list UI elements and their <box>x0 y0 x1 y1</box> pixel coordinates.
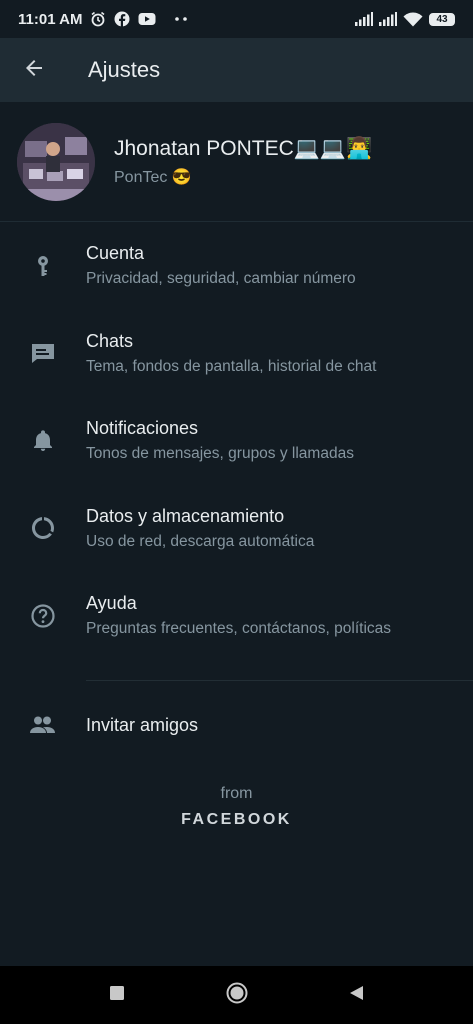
divider <box>86 680 473 681</box>
footer-from: from <box>220 785 253 802</box>
profile-name: Jhonatan PONTEC💻💻👨‍💻 <box>114 136 373 160</box>
back-icon <box>349 985 365 1006</box>
chat-icon <box>0 333 86 373</box>
app-bar: Ajustes <box>0 38 473 102</box>
menu-item-datos[interactable]: Datos y almacenamiento Uso de red, desca… <box>0 485 473 573</box>
system-nav-bar <box>0 966 473 1024</box>
menu-subtitle: Tonos de mensajes, grupos y llamadas <box>86 445 354 463</box>
menu-text: Notificaciones Tonos de mensajes, grupos… <box>86 418 354 463</box>
menu-text: Datos y almacenamiento Uso de red, desca… <box>86 506 314 551</box>
settings-menu: Cuenta Privacidad, seguridad, cambiar nú… <box>0 222 473 660</box>
menu-title: Notificaciones <box>86 418 199 439</box>
footer-brand: FACEBOOK <box>181 811 292 828</box>
key-icon <box>0 246 86 286</box>
signal-icon <box>355 12 373 26</box>
more-dots-icon <box>174 16 188 22</box>
home-button[interactable] <box>217 975 257 1015</box>
menu-subtitle: Privacidad, seguridad, cambiar número <box>86 270 356 288</box>
menu-text: Chats Tema, fondos de pantalla, historia… <box>86 331 376 376</box>
alarm-icon <box>90 11 106 27</box>
menu-item-invitar[interactable]: Invitar amigos <box>0 700 473 750</box>
status-time: 11:01 AM <box>18 10 83 28</box>
menu-title: Cuenta <box>86 243 145 264</box>
page-title: Ajustes <box>88 57 161 82</box>
help-icon <box>0 596 86 636</box>
invite-title: Invitar amigos <box>86 714 199 735</box>
signal-icon <box>379 12 397 26</box>
recents-button[interactable] <box>97 975 137 1015</box>
menu-title: Ayuda <box>86 593 137 614</box>
menu-subtitle: Tema, fondos de pantalla, historial de c… <box>86 357 377 375</box>
profile-text: Jhonatan PONTEC💻💻👨‍💻 PonTec 😎 <box>114 137 372 187</box>
menu-item-notificaciones[interactable]: Notificaciones Tonos de mensajes, grupos… <box>0 397 473 485</box>
profile-status: PonTec 😎 <box>114 168 192 186</box>
footer: from FACEBOOK <box>0 785 473 829</box>
home-icon <box>226 982 248 1009</box>
people-icon <box>0 705 86 745</box>
status-left: 11:01 AM <box>18 11 188 28</box>
facebook-icon <box>114 11 130 27</box>
menu-subtitle: Preguntas frecuentes, contáctanos, polít… <box>86 620 392 638</box>
profile-row[interactable]: Jhonatan PONTEC💻💻👨‍💻 PonTec 😎 <box>0 102 473 222</box>
battery-level: 43 <box>436 13 448 25</box>
menu-title: Chats <box>86 330 134 351</box>
back-button[interactable] <box>2 38 66 102</box>
arrow-back-icon <box>22 56 46 85</box>
bell-icon <box>0 421 86 461</box>
menu-item-ayuda[interactable]: Ayuda Preguntas frecuentes, contáctanos,… <box>0 572 473 660</box>
menu-text: Ayuda Preguntas frecuentes, contáctanos,… <box>86 593 391 638</box>
menu-item-chats[interactable]: Chats Tema, fondos de pantalla, historia… <box>0 310 473 398</box>
battery-icon: 43 <box>429 12 455 26</box>
menu-text: Cuenta Privacidad, seguridad, cambiar nú… <box>86 243 356 288</box>
menu-title: Datos y almacenamiento <box>86 505 285 526</box>
nav-back-button[interactable] <box>337 975 377 1015</box>
data-usage-icon <box>0 508 86 548</box>
recents-icon <box>109 985 124 1005</box>
menu-subtitle: Uso de red, descarga automática <box>86 532 315 550</box>
status-bar: 11:01 AM 43 <box>0 0 473 38</box>
menu-item-cuenta[interactable]: Cuenta Privacidad, seguridad, cambiar nú… <box>0 222 473 310</box>
avatar[interactable] <box>17 122 95 201</box>
wifi-icon <box>403 12 423 27</box>
youtube-icon <box>138 12 156 26</box>
status-right: 43 <box>355 12 455 27</box>
